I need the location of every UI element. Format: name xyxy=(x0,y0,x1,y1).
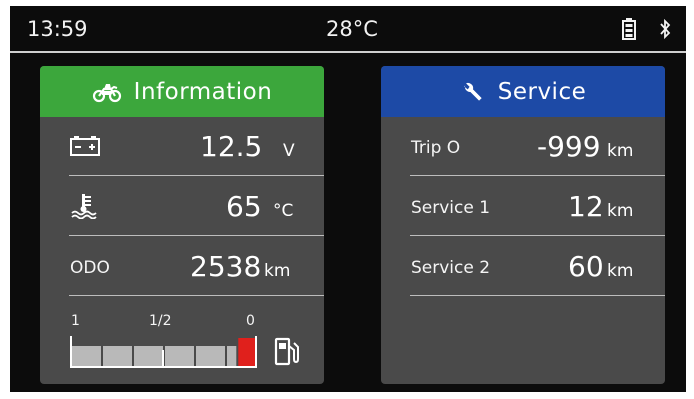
trip-label: Trip O xyxy=(411,138,461,158)
row-divider xyxy=(410,235,665,236)
battery-voltage-unit: V xyxy=(283,141,295,161)
motorcycle-icon xyxy=(92,83,121,102)
trip-value: -999 xyxy=(537,130,601,163)
odometer-unit: km xyxy=(264,261,291,281)
fuel-empty-segment xyxy=(72,346,101,366)
service-2-value: 60 xyxy=(568,250,604,283)
information-title: Information xyxy=(133,78,273,105)
odometer-label: ODO xyxy=(70,258,110,278)
battery-icon xyxy=(622,18,636,40)
status-bar: 13:59 28°C xyxy=(10,6,686,50)
row-divider xyxy=(69,235,324,236)
service-2-unit: km xyxy=(607,261,634,281)
odometer-value: 2538 xyxy=(190,250,262,283)
information-header: Information xyxy=(40,66,324,117)
row-divider xyxy=(69,295,324,296)
service-1-row: Service 1 12 km xyxy=(381,177,665,236)
coolant-temperature-row: 65 °C xyxy=(40,177,324,236)
information-panel: Information 12.5 V 65 °C ODO 2538 km 1 1… xyxy=(40,66,324,384)
bluetooth-icon xyxy=(660,18,671,40)
row-divider xyxy=(69,175,324,176)
fuel-empty-segment xyxy=(134,346,163,366)
fuel-gauge xyxy=(70,336,257,368)
battery-voltage-value: 12.5 xyxy=(200,130,263,163)
fuel-empty-segment xyxy=(227,346,237,366)
coolant-temperature-icon xyxy=(71,194,97,219)
battery-icon xyxy=(70,136,100,156)
fuel-level-fill xyxy=(238,338,256,366)
service-panel: Service Trip O -999 km Service 1 12 km S… xyxy=(381,66,665,384)
service-title: Service xyxy=(497,78,587,105)
fuel-empty-segment xyxy=(165,346,194,366)
status-divider xyxy=(10,51,686,53)
service-1-unit: km xyxy=(607,201,634,221)
service-1-value: 12 xyxy=(568,190,604,223)
coolant-temperature-value: 65 xyxy=(226,190,262,223)
trip-row: Trip O -999 km xyxy=(381,117,665,176)
coolant-temperature-unit: °C xyxy=(273,201,294,221)
ambient-temperature: 28°C xyxy=(326,17,378,41)
wrench-icon xyxy=(464,82,482,101)
fuel-empty-segment xyxy=(196,346,225,366)
service-1-label: Service 1 xyxy=(411,198,491,218)
row-divider xyxy=(410,175,665,176)
clock: 13:59 xyxy=(27,17,88,41)
battery-voltage-row: 12.5 V xyxy=(40,117,324,176)
service-2-label: Service 2 xyxy=(411,258,491,278)
trip-unit: km xyxy=(607,141,634,161)
fuel-label-empty: 0 xyxy=(246,313,255,329)
fuel-empty-segment xyxy=(103,346,132,366)
service-header: Service xyxy=(381,66,665,117)
row-divider xyxy=(410,295,665,296)
service-2-row: Service 2 60 km xyxy=(381,237,665,296)
odometer-row: ODO 2538 km xyxy=(40,237,324,296)
fuel-label-half: 1/2 xyxy=(149,313,172,329)
dashboard-screen: 13:59 28°C Information 12.5 V 65 °C ODO … xyxy=(10,6,686,392)
fuel-label-full: 1 xyxy=(71,313,80,329)
fuel-pump-icon xyxy=(274,337,299,366)
